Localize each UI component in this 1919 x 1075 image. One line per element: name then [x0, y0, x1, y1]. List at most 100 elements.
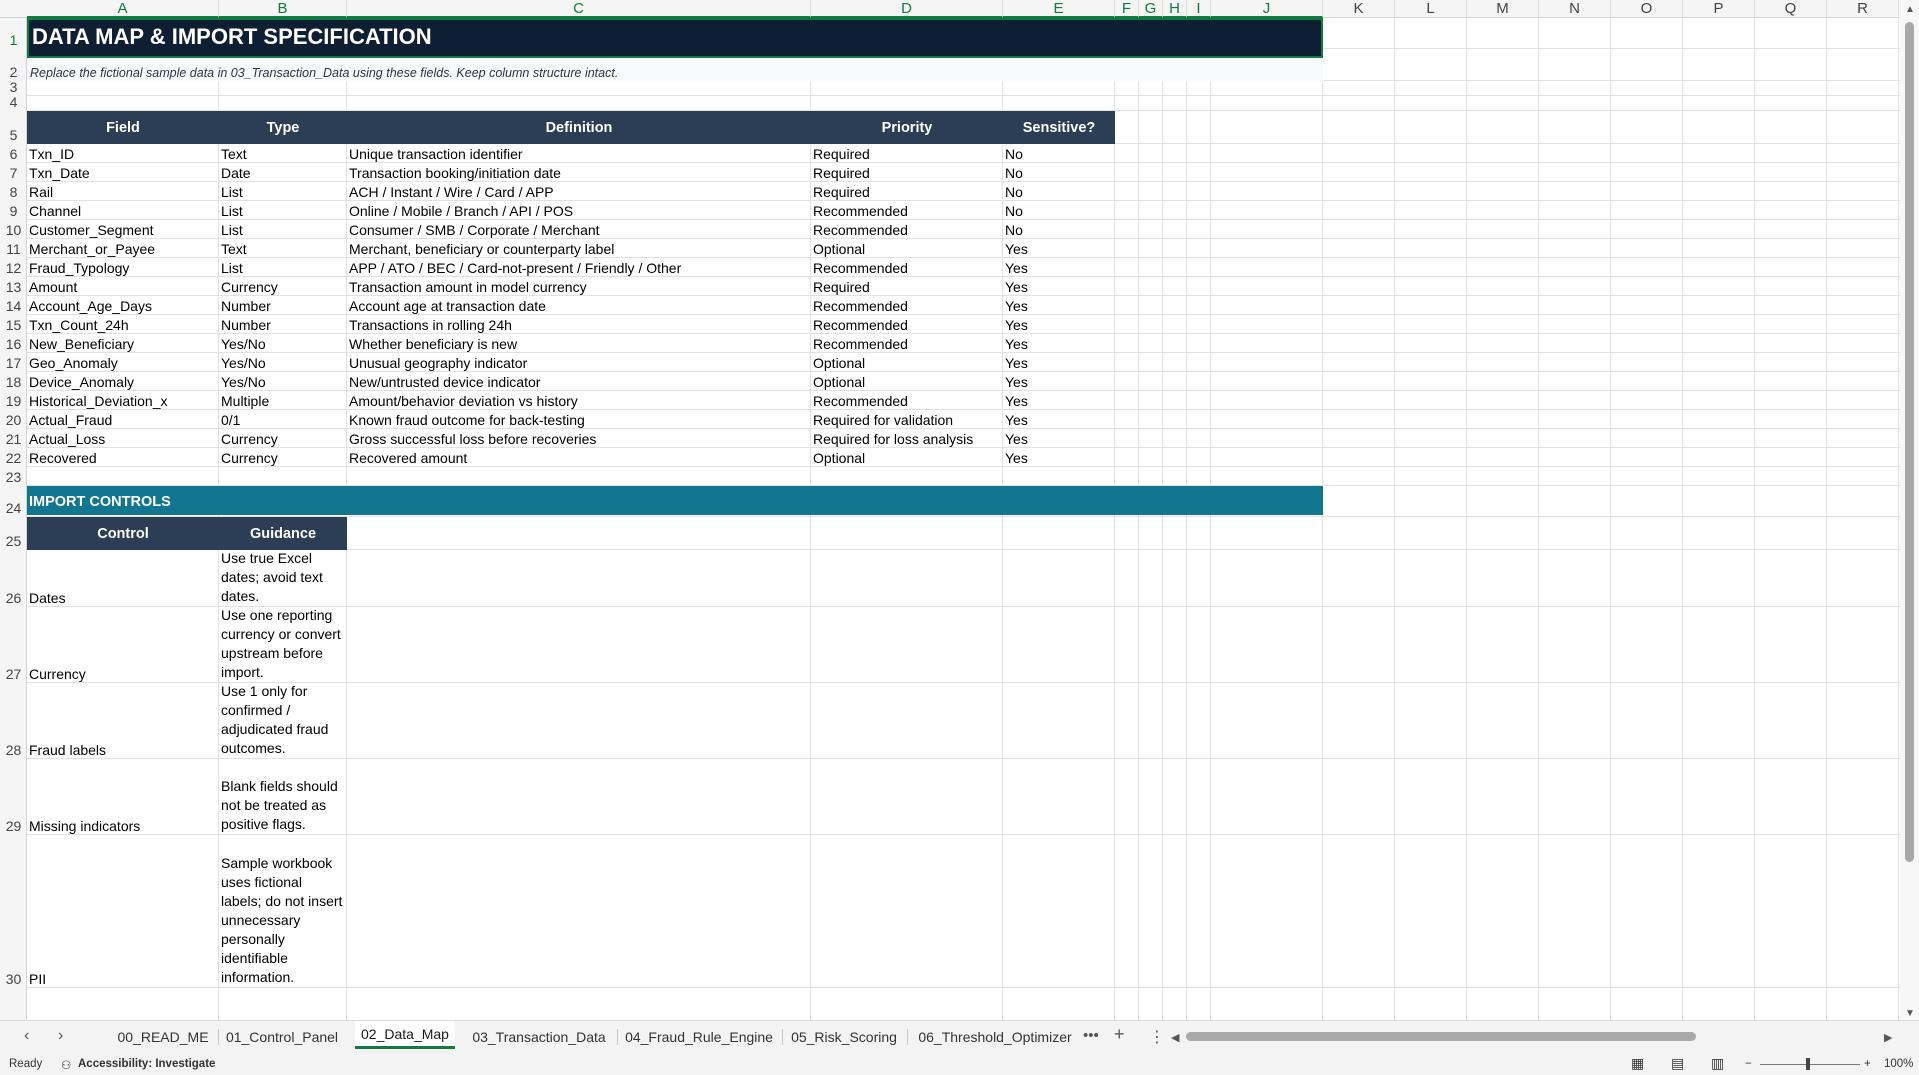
row-header-25[interactable]: 25 — [0, 517, 27, 550]
field-table-cell[interactable]: Online / Mobile / Branch / API / POS — [347, 201, 811, 220]
field-table-cell[interactable]: Amount/behavior deviation vs history — [347, 391, 811, 410]
import-controls-header-guidance[interactable]: Guidance — [219, 517, 347, 550]
import-control-cell[interactable]: Fraud labels — [27, 683, 219, 759]
tab-02-data-map[interactable]: 02_Data_Map — [355, 1021, 455, 1049]
import-control-cell[interactable]: Missing indicators — [27, 759, 219, 835]
field-table-cell[interactable]: No — [1003, 220, 1115, 239]
column-header-j[interactable]: J — [1211, 0, 1323, 18]
field-table-cell[interactable]: Recovered — [27, 448, 219, 467]
accessibility-status[interactable]: Accessibility: Investigate — [78, 1058, 215, 1070]
field-table-cell[interactable]: Actual_Fraud — [27, 410, 219, 429]
row-header-22[interactable]: 22 — [0, 448, 27, 467]
field-table-cell[interactable]: Required — [811, 144, 1003, 163]
column-header-b[interactable]: B — [219, 0, 347, 18]
field-table-cell[interactable]: Optional — [811, 353, 1003, 372]
field-table-cell[interactable]: Yes — [1003, 410, 1115, 429]
row-header-30[interactable]: 30 — [0, 835, 27, 988]
row-header-9[interactable]: 9 — [0, 201, 27, 220]
tab-03-transaction-data[interactable]: 03_Transaction_Data — [468, 1027, 610, 1047]
column-header-r[interactable]: R — [1827, 0, 1899, 18]
field-table-cell[interactable]: Historical_Deviation_x — [27, 391, 219, 410]
field-table-cell[interactable]: Yes — [1003, 372, 1115, 391]
field-table-cell[interactable]: List — [219, 182, 347, 201]
field-table-cell[interactable]: Yes — [1003, 315, 1115, 334]
field-table-cell[interactable]: Multiple — [219, 391, 347, 410]
import-control-cell[interactable]: Use true Excel dates; avoid text dates. — [219, 550, 347, 607]
row-header-21[interactable]: 21 — [0, 429, 27, 448]
field-table-cell[interactable]: Device_Anomaly — [27, 372, 219, 391]
import-control-cell[interactable]: Currency — [27, 607, 219, 683]
field-table-cell[interactable]: Transaction booking/initiation date — [347, 163, 811, 182]
column-header-d[interactable]: D — [811, 0, 1003, 18]
tab-options-icon[interactable]: ⋮ — [1149, 1027, 1165, 1047]
import-control-cell[interactable]: Use one reporting currency or convert up… — [219, 607, 347, 683]
zoom-level[interactable]: 100% — [1884, 1058, 1913, 1070]
tab-04-fraud-rule-engine[interactable]: 04_Fraud_Rule_Engine — [623, 1027, 775, 1047]
normal-view-icon[interactable]: ▦ — [1631, 1055, 1644, 1072]
field-table-header-type[interactable]: Type — [219, 111, 347, 144]
field-table-cell[interactable]: No — [1003, 182, 1115, 201]
row-header-6[interactable]: 6 — [0, 144, 27, 163]
row-header-14[interactable]: 14 — [0, 296, 27, 315]
row-header-12[interactable]: 12 — [0, 258, 27, 277]
field-table-cell[interactable]: Actual_Loss — [27, 429, 219, 448]
field-table-cell[interactable]: Yes — [1003, 296, 1115, 315]
field-table-cell[interactable]: Optional — [811, 239, 1003, 258]
add-sheet-icon[interactable]: + — [1114, 1024, 1125, 1045]
cell-grid[interactable]: DATA MAP & IMPORT SPECIFICATION Replace t… — [27, 18, 1900, 1020]
field-table-cell[interactable]: Merchant, beneficiary or counterparty la… — [347, 239, 811, 258]
zoom-out-icon[interactable]: − — [1745, 1058, 1752, 1070]
field-table-cell[interactable]: Account_Age_Days — [27, 296, 219, 315]
row-header-13[interactable]: 13 — [0, 277, 27, 296]
previous-sheet-icon[interactable]: ‹ — [24, 1027, 29, 1045]
field-table-header-definition[interactable]: Definition — [347, 111, 811, 144]
field-table-cell[interactable]: Required — [811, 182, 1003, 201]
import-control-cell[interactable]: Blank fields should not be treated as po… — [219, 759, 347, 835]
row-header-7[interactable]: 7 — [0, 163, 27, 182]
page-break-icon[interactable]: ▥ — [1711, 1055, 1724, 1072]
row-header-16[interactable]: 16 — [0, 334, 27, 353]
field-table-cell[interactable]: List — [219, 201, 347, 220]
row-header-27[interactable]: 27 — [0, 607, 27, 683]
zoom-slider-handle[interactable] — [1806, 1058, 1810, 1070]
row-header-20[interactable]: 20 — [0, 410, 27, 429]
field-table-cell[interactable]: Unusual geography indicator — [347, 353, 811, 372]
field-table-cell[interactable]: Fraud_Typology — [27, 258, 219, 277]
accessibility-icon[interactable]: ⚇ — [61, 1058, 71, 1072]
field-table-cell[interactable]: Recommended — [811, 201, 1003, 220]
field-table-cell[interactable]: Transactions in rolling 24h — [347, 315, 811, 334]
field-table-cell[interactable]: Txn_Date — [27, 163, 219, 182]
row-header-15[interactable]: 15 — [0, 315, 27, 334]
column-header-f[interactable]: F — [1115, 0, 1139, 18]
row-header-1[interactable]: 1 — [0, 18, 27, 49]
field-table-cell[interactable]: Number — [219, 315, 347, 334]
scroll-down-icon[interactable]: ▼ — [1905, 1008, 1915, 1019]
import-control-cell[interactable]: Sample workbook uses fictional labels; d… — [219, 835, 347, 988]
field-table-cell[interactable]: Recommended — [811, 391, 1003, 410]
field-table-cell[interactable]: Text — [219, 239, 347, 258]
field-table-cell[interactable]: Yes — [1003, 277, 1115, 296]
field-table-cell[interactable]: Required — [811, 163, 1003, 182]
row-header-10[interactable]: 10 — [0, 220, 27, 239]
field-table-cell[interactable]: Yes/No — [219, 372, 347, 391]
field-table-cell[interactable]: Channel — [27, 201, 219, 220]
zoom-in-icon[interactable]: + — [1864, 1058, 1871, 1070]
field-table-cell[interactable]: ACH / Instant / Wire / Card / APP — [347, 182, 811, 201]
column-header-l[interactable]: L — [1395, 0, 1467, 18]
field-table-cell[interactable]: Amount — [27, 277, 219, 296]
field-table-cell[interactable]: Recommended — [811, 296, 1003, 315]
field-table-cell[interactable]: Number — [219, 296, 347, 315]
import-control-cell[interactable]: Use 1 only for confirmed / adjudicated f… — [219, 683, 347, 759]
field-table-cell[interactable]: No — [1003, 163, 1115, 182]
row-header-29[interactable]: 29 — [0, 759, 27, 835]
field-table-cell[interactable]: Yes — [1003, 258, 1115, 277]
field-table-cell[interactable]: Yes/No — [219, 353, 347, 372]
field-table-cell[interactable]: New_Beneficiary — [27, 334, 219, 353]
tab-06-threshold-optimizer[interactable]: 06_Threshold_Optimizer — [913, 1027, 1077, 1047]
field-table-cell[interactable]: Known fraud outcome for back-testing — [347, 410, 811, 429]
row-header-17[interactable]: 17 — [0, 353, 27, 372]
field-table-cell[interactable]: Rail — [27, 182, 219, 201]
field-table-header-priority[interactable]: Priority — [811, 111, 1003, 144]
field-table-cell[interactable]: Optional — [811, 448, 1003, 467]
column-header-a[interactable]: A — [27, 0, 219, 18]
